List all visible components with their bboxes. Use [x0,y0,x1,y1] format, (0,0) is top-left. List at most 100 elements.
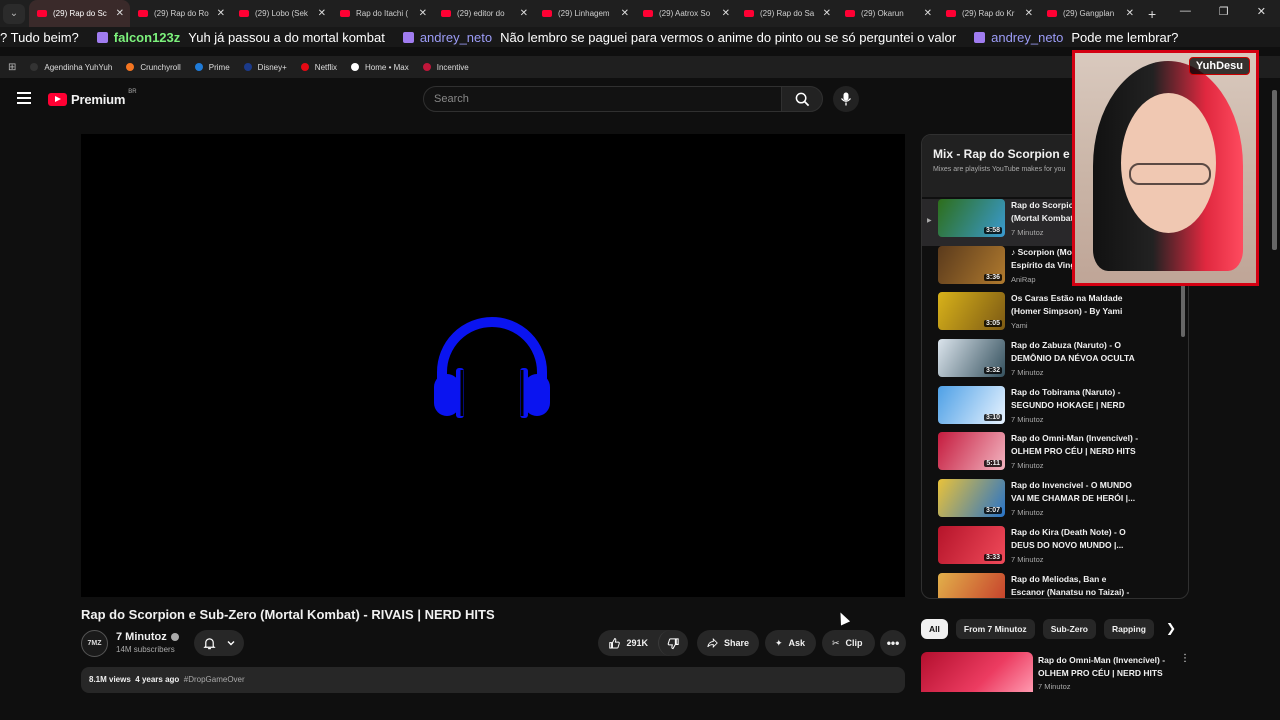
bookmark-item[interactable]: Disney+ [243,63,287,72]
bookmark-label: Incentive [436,62,469,72]
clip-button[interactable]: ✂ Clip [822,630,875,656]
browser-tab[interactable]: Rap do Itachi (✕ [332,0,433,27]
close-tab-icon[interactable]: ✕ [823,8,831,19]
mix-item[interactable]: 3:10 Rap do Tobirama (Naruto) - SEGUNDO … [922,385,1188,433]
search-button[interactable] [781,86,823,112]
menu-icon[interactable] [17,92,31,107]
bookmark-favicon-icon [194,63,203,71]
tab-search-button[interactable]: ⌄ [3,3,25,24]
tab-title: (29) Rap do Sa [760,9,815,18]
chat-message: falcon123z Yuh já passou a do mortal komb… [96,29,385,45]
close-tab-icon[interactable]: ✕ [318,8,326,19]
bookmark-label: Agendinha YuhYuh [44,62,113,72]
mix-item-title: Rap do Invencível - O MUNDO VAI ME CHAMA… [1011,480,1136,504]
thumbs-up-icon [609,637,620,648]
bookmark-favicon-icon [126,63,135,71]
filter-chip[interactable]: All [921,619,948,639]
channel-avatar[interactable]: 7MZ [81,630,108,657]
mix-item-title: Rap do Omni-Man (Invencível) - OLHEM PRO… [1011,433,1139,457]
chat-username: andrey_neto [419,29,493,45]
mix-item-thumbnail: 3:58 [938,199,1005,237]
filter-chip[interactable]: Rapping [1104,619,1154,639]
window-controls: — ❐ ✕ [1180,5,1266,18]
thumbs-down-icon [667,637,679,649]
page-scrollbar[interactable] [1272,90,1277,250]
mix-item-title: Rap do Meliodas, Ban e Escanor (Nanatsu … [1011,573,1130,597]
mix-item[interactable]: 3:33 Rap do Kira (Death Note) - O DEUS D… [922,525,1188,573]
channel-name[interactable]: 7 Minutoz [116,631,179,643]
mix-item[interactable]: 5:11 Rap do Omni-Man (Invencível) - OLHE… [922,432,1188,479]
recommendation-more-icon[interactable]: ⋮ [1180,653,1190,664]
mouse-cursor [835,610,851,626]
filter-chip[interactable]: Sub-Zero [1042,619,1096,639]
bookmark-item[interactable]: Netflix [300,63,337,72]
mix-item[interactable]: Rap do Meliodas, Ban e Escanor (Nanatsu … [922,572,1188,598]
browser-tab[interactable]: (29) Rap do Ro ✕ [130,0,231,27]
bookmark-favicon-icon [422,63,431,71]
mix-item-thumbnail: 5:11 [938,432,1005,471]
mix-item[interactable]: 3:07 Rap do Invencível - O MUNDO VAI ME … [922,479,1188,526]
share-button[interactable]: Share [697,630,759,656]
ticker-lead: ? Tudo beim? [0,30,79,45]
close-tab-icon[interactable]: ✕ [1025,8,1033,19]
voice-search-button[interactable] [833,86,859,112]
mix-item[interactable]: 3:05 Os Caras Estão na Maldade (Homer Si… [922,292,1188,339]
close-tab-icon[interactable]: ✕ [217,8,225,19]
close-tab-icon[interactable]: ✕ [1126,8,1134,19]
more-icon: ••• [886,636,900,650]
recommendation-thumbnail[interactable] [921,652,1033,692]
close-tab-icon[interactable]: ✕ [419,8,427,19]
close-tab-icon[interactable]: ✕ [520,8,528,19]
new-tab-button[interactable]: + [1148,6,1156,22]
browser-tab[interactable]: (29) Okarun ✕ [837,0,938,27]
verified-icon [170,633,179,641]
close-window-icon[interactable]: ✕ [1257,5,1266,18]
browser-tab[interactable]: (29) Rap do Sa ✕ [736,0,837,27]
close-tab-icon[interactable]: ✕ [722,8,730,19]
minimize-icon[interactable]: — [1180,5,1191,18]
close-tab-icon[interactable]: ✕ [924,8,932,19]
maximize-icon[interactable]: ❐ [1219,5,1229,18]
more-actions-button[interactable]: ••• [880,630,906,656]
video-title: Rap do Scorpion e Sub-Zero (Mortal Komba… [81,607,495,622]
bookmark-label: Crunchyroll [140,62,181,72]
subscription-bell-button[interactable] [194,630,244,656]
bookmark-item[interactable]: Incentive [422,62,469,72]
bookmark-item[interactable]: Home • Max [351,63,409,72]
youtube-premium-logo[interactable]: Premium BR [48,89,137,107]
mix-item-channel: Yami [1011,321,1028,331]
dislike-button[interactable] [658,630,688,656]
recommendation-title[interactable]: Rap do Omni-Man (Invencível) - OLHEM PRO… [1038,654,1173,680]
mix-item[interactable]: 3:32 Rap do Zabuza (Naruto) - O DEMÔNIO … [922,339,1188,386]
browser-tab[interactable]: (29) Aatrox So ✕ [635,0,736,27]
mix-scrollbar[interactable] [1181,283,1185,337]
browser-tabstrip: ⌄ (29) Rap do Sc ✕ (29) Rap do Ro ✕ (29) Lob… [0,0,1280,27]
filter-chip[interactable]: From 7 Minutoz [955,619,1035,639]
view-count: 8.1M views [89,675,131,684]
browser-tab[interactable]: (29) editor do ✕ [433,0,534,27]
recommendation-channel[interactable]: 7 Minutoz [1038,682,1071,691]
chat-text: Yuh já passou a do mortal kombat [188,29,385,45]
chat-username: falcon123z [113,29,181,45]
browser-tab[interactable]: (29) Gangplan ✕ [1039,0,1140,27]
bookmark-item[interactable]: Prime [194,62,230,72]
hashtag-link[interactable]: #DropGameOver [184,675,245,684]
browser-tab[interactable]: (29) Rap do Kr ✕ [938,0,1039,27]
browser-tab[interactable]: (29) Linhagem ✕ [534,0,635,27]
like-button[interactable]: 291K [598,630,658,656]
browser-tab[interactable]: (29) Lobo (Sek ✕ [231,0,332,27]
search-input[interactable]: Search [423,86,782,112]
mix-item-thumbnail: 3:33 [938,525,1005,564]
description-box[interactable]: 8.1M views 4 years ago #DropGameOver [81,667,905,693]
browser-tab[interactable]: (29) Rap do Sc ✕ [29,0,130,27]
microphone-icon [840,92,852,106]
apps-grid-icon[interactable]: ⊞ [8,62,16,73]
bookmark-item[interactable]: Agendinha YuhYuh [30,63,112,72]
ask-button[interactable]: ✦ Ask [765,630,816,656]
chevron-right-icon[interactable]: ❯ [1166,621,1176,635]
close-tab-icon[interactable]: ✕ [116,8,124,19]
close-tab-icon[interactable]: ✕ [621,8,629,19]
video-player[interactable] [81,134,905,597]
bookmark-item[interactable]: Crunchyroll [126,62,181,72]
bookmark-label: Prime [208,62,230,72]
